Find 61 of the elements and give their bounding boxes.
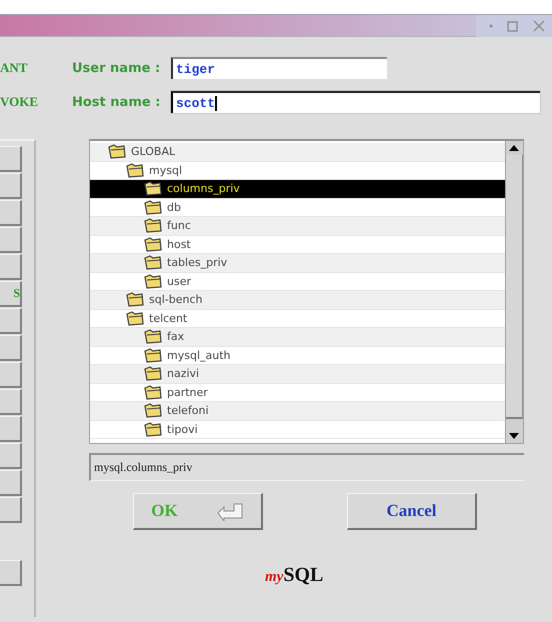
- tree-item[interactable]: db: [90, 198, 505, 217]
- tree-item[interactable]: telefoni: [90, 402, 505, 420]
- side-button[interactable]: [0, 389, 22, 415]
- minimize-icon: [489, 24, 494, 28]
- side-button[interactable]: [0, 497, 22, 523]
- side-button[interactable]: [0, 227, 22, 253]
- side-button[interactable]: [0, 362, 22, 388]
- tree-item[interactable]: tipovi: [90, 420, 505, 439]
- side-label: ANT: [0, 60, 28, 76]
- side-button[interactable]: [0, 308, 22, 334]
- folder-icon: [144, 422, 162, 437]
- folder-icon: [126, 310, 144, 326]
- scrollbar[interactable]: [505, 141, 523, 443]
- folder-icon: [144, 236, 162, 252]
- folder-icon: [144, 329, 162, 344]
- tree-item[interactable]: sql-bench: [90, 291, 505, 310]
- input-field[interactable]: tiger: [171, 57, 387, 79]
- folder-icon: [144, 255, 162, 270]
- field-label: User name :: [72, 60, 162, 76]
- tree-item[interactable]: columns_priv: [90, 180, 505, 198]
- side-button[interactable]: [0, 200, 22, 226]
- close-icon[interactable]: [532, 20, 545, 32]
- status-field: mysql.columns_priv: [89, 453, 524, 481]
- tree-item[interactable]: func: [90, 217, 505, 236]
- side-button[interactable]: [0, 443, 22, 469]
- tree-item[interactable]: fax: [90, 328, 505, 346]
- side-button[interactable]: [0, 560, 22, 586]
- logo: mySQL: [265, 564, 324, 587]
- cancel-button[interactable]: Cancel: [347, 493, 477, 530]
- folder-icon: [144, 348, 162, 363]
- tree-item[interactable]: nazivi: [90, 365, 505, 384]
- tree-item[interactable]: mysql_auth: [90, 346, 505, 365]
- folder-icon: [144, 384, 162, 400]
- folder-icon: [144, 181, 162, 196]
- tree-item[interactable]: user: [90, 272, 505, 291]
- folder-icon: [144, 366, 162, 382]
- side-button[interactable]: [0, 254, 22, 280]
- folder-icon: [144, 403, 162, 418]
- side-button[interactable]: [0, 416, 22, 442]
- folder-icon: [144, 218, 162, 234]
- tree-item[interactable]: mysql: [90, 162, 505, 180]
- folder-icon: [144, 274, 162, 289]
- side-label: VOKE: [0, 94, 40, 110]
- folder-icon: [144, 200, 162, 215]
- side-button[interactable]: [0, 146, 22, 172]
- side-button[interactable]: [0, 470, 22, 496]
- folder-icon: [108, 144, 126, 160]
- side-button[interactable]: [0, 335, 22, 361]
- input-field[interactable]: scott: [171, 91, 540, 113]
- enter-icon: [216, 501, 244, 521]
- scroll-thumb[interactable]: [506, 155, 523, 419]
- field-label: Host name :: [72, 94, 162, 110]
- maximize-icon[interactable]: [507, 20, 518, 32]
- tree-item[interactable]: telcent: [90, 310, 505, 328]
- folder-icon: [126, 162, 144, 178]
- folder-icon: [126, 292, 144, 308]
- tree-item[interactable]: GLOBAL: [90, 143, 505, 162]
- tree-item[interactable]: host: [90, 236, 505, 254]
- tree-item[interactable]: tables_priv: [90, 254, 505, 272]
- side-button[interactable]: [0, 173, 22, 199]
- tree-item[interactable]: partner: [90, 384, 505, 402]
